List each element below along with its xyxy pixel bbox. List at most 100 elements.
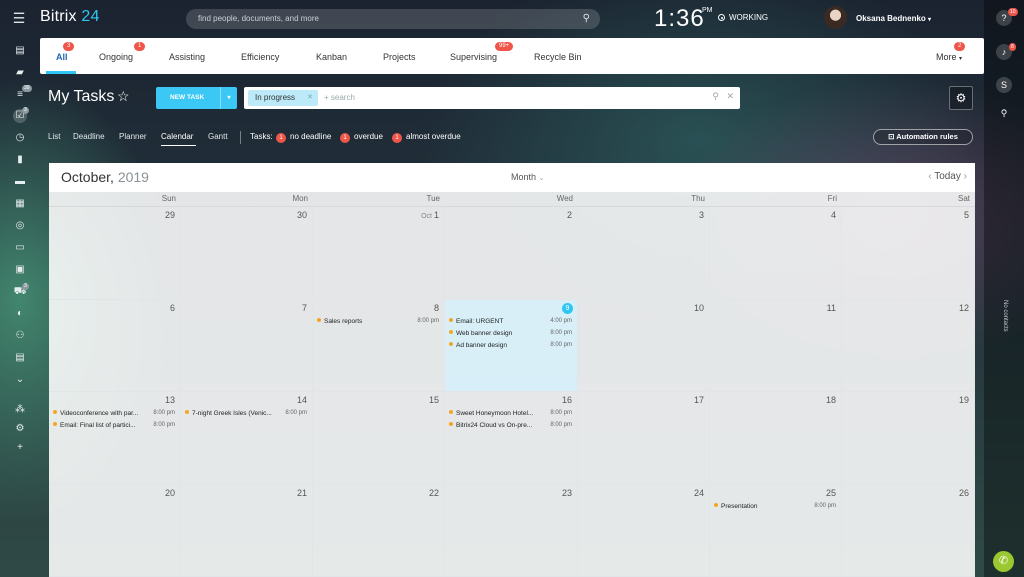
chevron-down-icon[interactable]: ⌄ bbox=[13, 373, 27, 387]
day-cell[interactable]: 26 bbox=[842, 485, 975, 577]
day-cell[interactable]: 6 bbox=[49, 300, 181, 392]
plus-icon[interactable]: + bbox=[13, 441, 27, 455]
phone-icon[interactable]: ✆ bbox=[993, 551, 1014, 572]
day-number: 18 bbox=[826, 395, 836, 405]
target-icon[interactable]: ◎ bbox=[13, 219, 27, 233]
counter-no-deadline[interactable]: 1 no deadline bbox=[276, 132, 331, 143]
app-logo[interactable]: Bitrix 24 bbox=[40, 8, 100, 26]
close-icon[interactable]: ✕ bbox=[307, 90, 313, 106]
avatar[interactable] bbox=[824, 6, 847, 29]
filter-search-input[interactable]: In progress ✕ + search ⚲ ✕ bbox=[244, 87, 740, 109]
day-cell[interactable]: 29 bbox=[49, 207, 181, 300]
day-cell[interactable]: 13 Videoconference with par... 8:00 pm Emai… bbox=[49, 392, 181, 485]
view-mode-select[interactable]: Month ⌄ bbox=[511, 172, 544, 182]
new-task-button[interactable]: NEW TASK ▾ bbox=[156, 87, 237, 109]
day-number: 2 bbox=[567, 210, 572, 220]
day-number: 26 bbox=[959, 488, 969, 498]
counter-overdue[interactable]: 1 overdue bbox=[340, 132, 383, 143]
day-cell[interactable]: 5 bbox=[842, 207, 975, 300]
feed-icon[interactable]: ▤ bbox=[13, 44, 27, 58]
calendar-event[interactable]: Web banner design 8:00 pm bbox=[449, 328, 573, 339]
chart-icon[interactable]: ▮ bbox=[13, 153, 27, 167]
day-cell[interactable]: 14 7-night Greek Isles (Venic... 8:00 pm bbox=[181, 392, 313, 485]
calendar-icon[interactable]: ▤ bbox=[13, 351, 27, 365]
gear-icon[interactable]: ⚙ bbox=[13, 422, 27, 436]
people-icon[interactable]: ⚇ bbox=[13, 329, 27, 343]
day-cell[interactable]: 3 bbox=[578, 207, 710, 300]
view-planner[interactable]: Planner bbox=[119, 132, 147, 141]
tab-all[interactable]: All bbox=[56, 52, 68, 62]
chevron-right-icon[interactable]: › bbox=[964, 171, 967, 182]
automation-rules-button[interactable]: ⊡ Automation rules bbox=[873, 129, 973, 145]
day-cell[interactable]: 12 bbox=[842, 300, 975, 392]
tab-kanban[interactable]: Kanban bbox=[316, 52, 347, 62]
calendar-event[interactable]: Email: Final list of partici... 8:00 pm bbox=[53, 420, 176, 431]
menu-icon[interactable]: ☰ bbox=[12, 10, 26, 26]
star-icon[interactable]: ☆ bbox=[117, 88, 130, 105]
chevron-down-icon[interactable]: ▾ bbox=[220, 87, 237, 109]
calendar-event[interactable]: 7-night Greek Isles (Venic... 8:00 pm bbox=[185, 408, 308, 419]
calendar-event[interactable]: Bitrix24 Cloud vs On-pre... 8:00 pm bbox=[449, 420, 573, 431]
today-button[interactable]: Today bbox=[934, 171, 961, 182]
calendar-event[interactable]: Sales reports 8:00 pm bbox=[317, 316, 440, 327]
tab-ongoing[interactable]: Ongoing bbox=[99, 52, 133, 62]
chat-icon[interactable]: ▰ bbox=[13, 66, 27, 80]
weekday-header: Sun Mon Tue Wed Thu Fri Sat bbox=[49, 192, 975, 207]
grid-icon[interactable]: ▦ bbox=[13, 197, 27, 211]
calendar-event[interactable]: Email: URGENT 4:00 pm bbox=[449, 316, 573, 327]
day-cell[interactable]: 23 bbox=[445, 485, 578, 577]
drive-icon[interactable]: ▬ bbox=[13, 175, 27, 189]
close-icon[interactable]: ✕ bbox=[726, 91, 734, 101]
search-icon[interactable]: ⚲ bbox=[996, 105, 1012, 121]
tab-more[interactable]: More ▾ bbox=[936, 52, 962, 62]
day-cell[interactable]: 19 bbox=[842, 392, 975, 485]
day-cell[interactable]: 30 bbox=[181, 207, 313, 300]
view-list[interactable]: List bbox=[48, 132, 60, 141]
robot-icon: ⊡ bbox=[888, 132, 895, 141]
calendar-event[interactable]: Ad banner design 8:00 pm bbox=[449, 340, 573, 351]
day-cell[interactable]: 25 Presentation 8:00 pm bbox=[710, 485, 842, 577]
view-gantt[interactable]: Gantt bbox=[208, 132, 228, 141]
day-cell[interactable]: 8 Sales reports 8:00 pm bbox=[313, 300, 445, 392]
day-cell[interactable]: 2 bbox=[445, 207, 578, 300]
day-cell[interactable]: 16 Sweet Honeymoon Hotel... 8:00 pm Bitrix2… bbox=[445, 392, 578, 485]
day-cell[interactable]: 21 bbox=[181, 485, 313, 577]
event-time: 8:00 pm bbox=[814, 503, 836, 509]
tab-supervising[interactable]: Supervising bbox=[450, 52, 497, 62]
calendar-event[interactable]: Sweet Honeymoon Hotel... 8:00 pm bbox=[449, 408, 573, 419]
gear-icon[interactable]: ⚙ bbox=[949, 86, 973, 110]
user-menu[interactable]: Oksana Bednenko ▾ bbox=[856, 14, 931, 23]
day-cell[interactable]: 17 bbox=[578, 392, 710, 485]
calendar-event[interactable]: Videoconference with par... 8:00 pm bbox=[53, 408, 176, 419]
counter-almost-overdue[interactable]: 1 almost overdue bbox=[392, 132, 461, 143]
clock-icon[interactable]: ◷ bbox=[13, 131, 27, 145]
tab-recycle-bin[interactable]: Recycle Bin bbox=[534, 52, 582, 62]
day-cell[interactable]: 18 bbox=[710, 392, 842, 485]
day-cell[interactable]: 10 bbox=[578, 300, 710, 392]
day-cell[interactable]: 7 bbox=[181, 300, 313, 392]
calendar-event[interactable]: Presentation 8:00 pm bbox=[714, 501, 837, 512]
global-search-input[interactable]: find people, documents, and more ⚲ bbox=[186, 9, 600, 29]
day-cell[interactable]: 20 bbox=[49, 485, 181, 577]
day-cell[interactable]: 9 Email: URGENT 4:00 pm Web banner design 8:… bbox=[445, 300, 578, 392]
filter-chip[interactable]: In progress ✕ bbox=[248, 90, 318, 106]
view-deadline[interactable]: Deadline bbox=[73, 132, 105, 141]
view-calendar[interactable]: Calendar bbox=[161, 132, 193, 141]
window-icon[interactable]: ▣ bbox=[13, 263, 27, 277]
day-cell[interactable]: 15 bbox=[313, 392, 445, 485]
tab-projects[interactable]: Projects bbox=[383, 52, 416, 62]
tab-assisting[interactable]: Assisting bbox=[169, 52, 205, 62]
globe-icon[interactable]: ◐ bbox=[13, 307, 27, 321]
tab-efficiency[interactable]: Efficiency bbox=[241, 52, 279, 62]
crm-icon[interactable]: ▭ bbox=[13, 241, 27, 255]
search-icon[interactable]: ⚲ bbox=[712, 91, 719, 101]
sitemap-icon[interactable]: ⁂ bbox=[13, 403, 27, 417]
day-cell[interactable]: Oct 1 bbox=[313, 207, 445, 300]
day-cell[interactable]: 24 bbox=[578, 485, 710, 577]
skype-icon[interactable]: S bbox=[996, 77, 1012, 93]
day-cell[interactable]: 11 bbox=[710, 300, 842, 392]
day-cell[interactable]: 22 bbox=[313, 485, 445, 577]
work-status-button[interactable]: WORKING bbox=[718, 13, 768, 22]
day-cell[interactable]: 4 bbox=[710, 207, 842, 300]
chevron-left-icon[interactable]: ‹ bbox=[928, 171, 931, 182]
